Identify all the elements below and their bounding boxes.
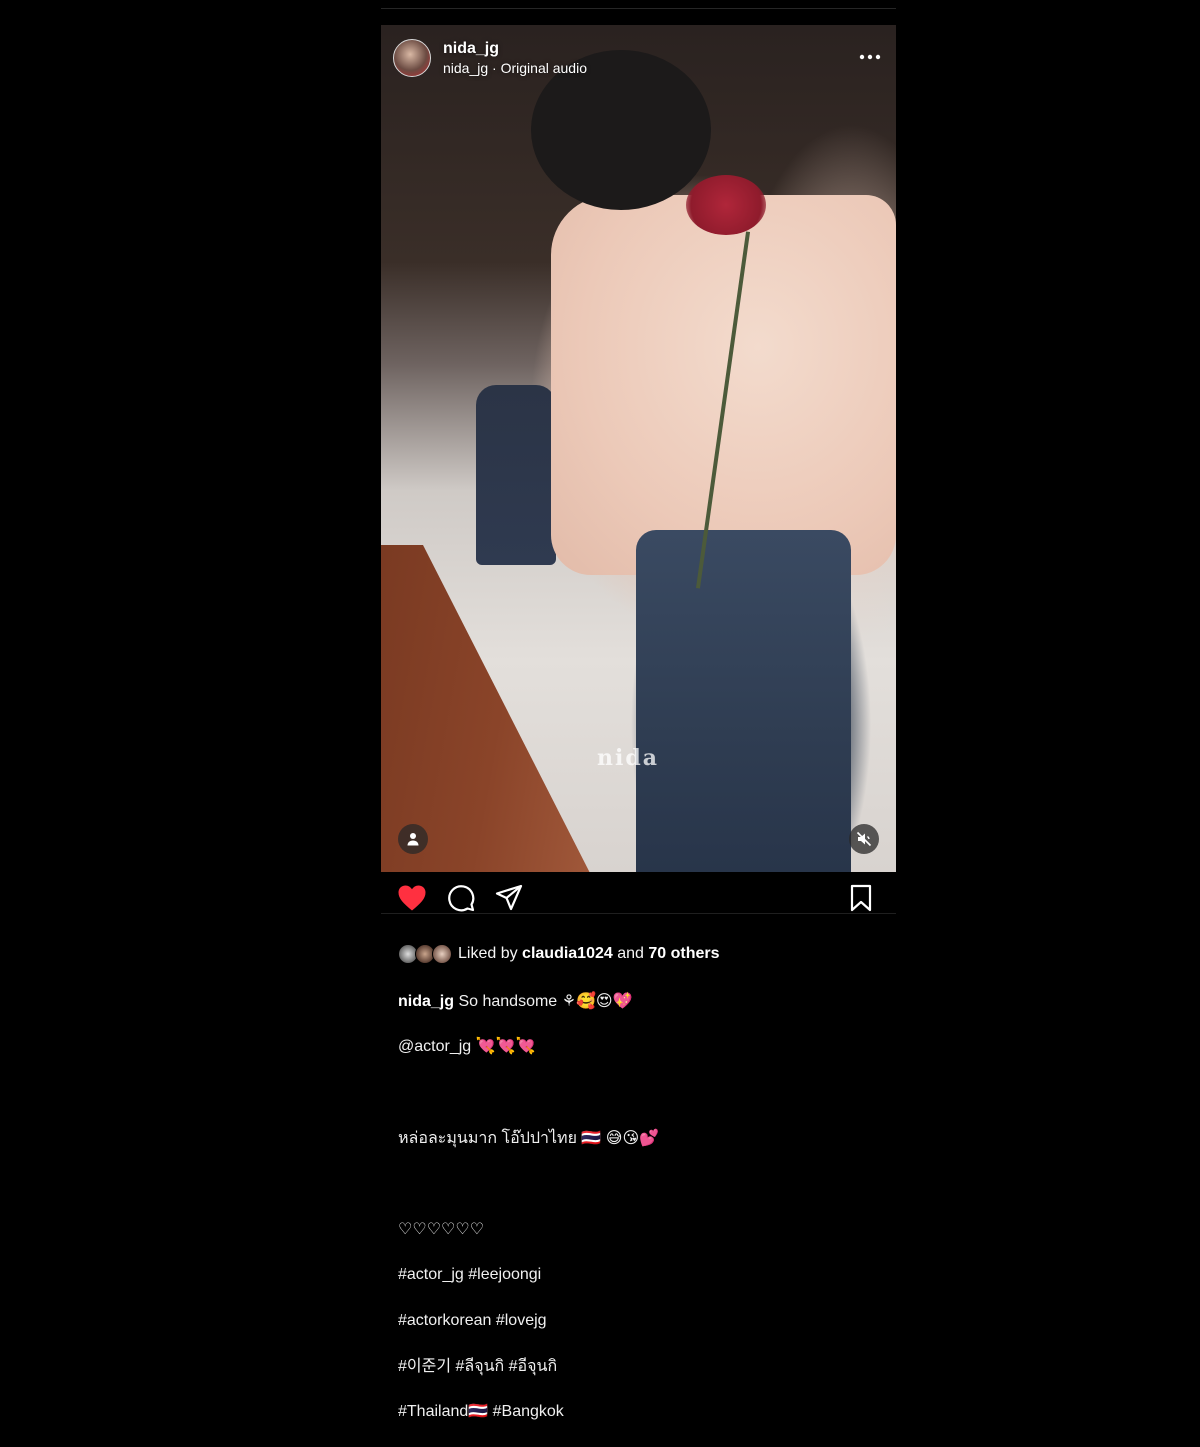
watermark: nida [597, 745, 659, 771]
likes-summary[interactable]: Liked by claudia1024 and 70 others [398, 944, 720, 964]
send-icon [495, 884, 523, 911]
video-jeans [636, 530, 851, 872]
video-floor [381, 545, 591, 872]
person-icon [407, 833, 419, 846]
liker-avatar [432, 944, 452, 964]
caption-hashtags[interactable]: #actor_jg #leejoongi [398, 1264, 888, 1287]
share-button[interactable] [495, 884, 525, 914]
instagram-post: nida nida_jg nida_jg · Original audio Li… [381, 0, 896, 1420]
post-header: nida_jg nida_jg · Original audio [443, 39, 587, 77]
comment-icon [448, 885, 475, 912]
speaker-muted-icon [856, 831, 872, 847]
audio-label[interactable]: nida_jg · Original audio [443, 59, 587, 77]
caption-hashtags[interactable]: #Thailand🇹🇭 #Bangkok [398, 1401, 888, 1424]
caption-hearts: ♡♡♡♡♡♡ [398, 1220, 485, 1238]
caption-mention[interactable]: @actor_jg 💘💘💘 [398, 1036, 888, 1059]
video-background-person [476, 385, 556, 565]
more-options-button[interactable] [858, 49, 882, 65]
save-button[interactable] [849, 884, 879, 914]
author-avatar[interactable] [393, 39, 431, 77]
top-divider [381, 8, 896, 9]
caption-line: nida_jg So handsome ⚘🥰😍💖 [398, 991, 888, 1014]
caption-hashtags[interactable]: #이준기 #ลีจุนกิ #อีจุนกิ [398, 1356, 888, 1379]
bookmark-icon [850, 884, 872, 912]
comment-button[interactable] [447, 884, 477, 914]
more-horizontal-icon [859, 54, 881, 60]
likes-user[interactable]: claudia1024 [522, 944, 613, 964]
action-bar [381, 872, 896, 914]
mute-toggle-button[interactable] [849, 824, 879, 854]
tagged-people-button[interactable] [398, 824, 428, 854]
likes-middle: and [617, 945, 644, 962]
likes-others[interactable]: 70 others [648, 944, 719, 964]
video-rose [686, 175, 766, 235]
author-username[interactable]: nida_jg [443, 39, 587, 59]
caption-text: So handsome ⚘🥰😍💖 [458, 992, 633, 1010]
likes-prefix: Liked by [458, 945, 518, 962]
caption-thai-text: หล่อละมุนมาก โอ๊ปปาไทย 🇹🇭 😅😘💕 [398, 1129, 660, 1147]
action-divider [381, 913, 896, 914]
reel-video[interactable]: nida nida_jg nida_jg · Original audio [381, 25, 896, 872]
caption-author[interactable]: nida_jg [398, 993, 454, 1010]
caption-hashtags[interactable]: #actorkorean #lovejg [398, 1310, 888, 1333]
like-button[interactable] [397, 884, 427, 914]
post-caption: nida_jg So handsome ⚘🥰😍💖 @actor_jg 💘💘💘 ห… [398, 968, 888, 1447]
liker-avatars [398, 944, 456, 964]
heart-filled-icon [398, 885, 426, 911]
